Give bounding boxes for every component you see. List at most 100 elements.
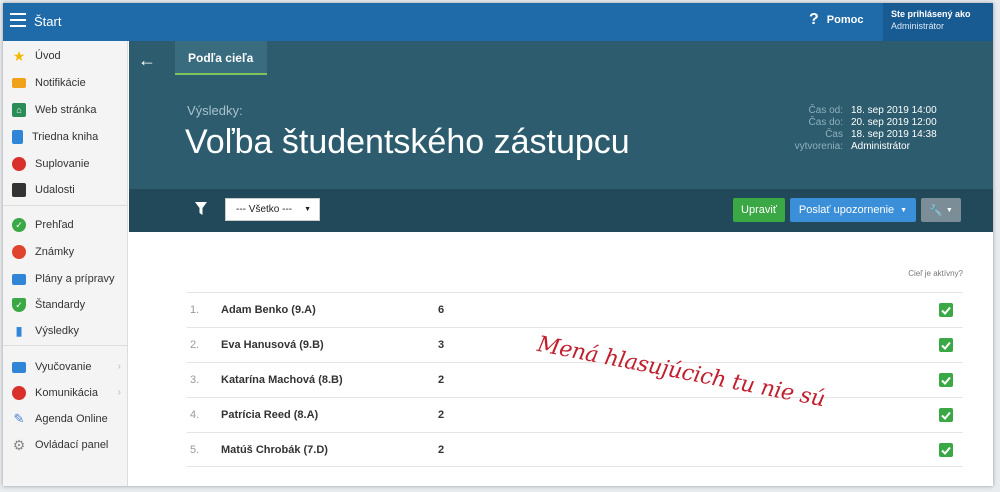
sidebar-item-label: Štandardy	[35, 299, 86, 311]
sidebar-item-triedna-kniha[interactable]: Triedna kniha	[3, 126, 128, 148]
sidebar-item-udalosti[interactable]: Udalosti	[3, 179, 128, 201]
gear-icon: ⚙	[12, 436, 26, 453]
sidebar-item-suplovanie[interactable]: Suplovanie	[3, 153, 128, 175]
send-notification-button[interactable]: Poslať upozornenie ▼	[790, 198, 916, 222]
meta-key: Čas	[825, 129, 843, 140]
top-bar: Štart ? Pomoc Ste prihlásený ako Adminis…	[3, 3, 993, 41]
meta-value: 20. sep 2019 12:00	[851, 117, 937, 128]
chat-icon	[12, 386, 26, 400]
sidebar-item-label: Úvod	[35, 50, 61, 62]
tools-button[interactable]: 🔧 ▼	[921, 198, 961, 222]
row-name: Adam Benko (9.A)	[221, 304, 316, 316]
sidebar-item-web-stranka[interactable]: ⌂ Web stránka	[3, 99, 128, 121]
row-votes: 2	[438, 374, 445, 386]
sidebar-divider	[3, 205, 128, 206]
poll-meta: Čas od: 18. sep 2019 14:00 Čas do: 20. s…	[779, 105, 989, 153]
back-arrow-icon[interactable]: ←	[138, 50, 156, 71]
sidebar-item-prehlad[interactable]: ✓ Prehľad	[3, 214, 128, 236]
sidebar-item-label: Vyučovanie	[35, 361, 92, 373]
app-window: Štart ? Pomoc Ste prihlásený ako Adminis…	[3, 3, 993, 486]
meta-row: vytvorenia: Administrátor	[779, 141, 989, 153]
question-icon: ?	[809, 11, 819, 28]
home-icon: ⌂	[12, 103, 26, 117]
caret-down-icon: ▼	[945, 206, 953, 214]
help-button[interactable]: ? Pomoc	[809, 11, 864, 28]
meta-row: Čas od: 18. sep 2019 14:00	[779, 105, 989, 117]
sidebar-item-label: Suplovanie	[35, 158, 90, 170]
table-row: 1. Adam Benko (9.A) 6	[187, 292, 963, 327]
row-name: Katarína Machová (8.B)	[221, 374, 343, 386]
app-title[interactable]: Štart	[34, 14, 61, 29]
sidebar-item-plany[interactable]: Plány a prípravy	[3, 268, 128, 290]
meta-value: 18. sep 2019 14:38	[851, 129, 937, 140]
sidebar-item-znamky[interactable]: Známky	[3, 241, 128, 263]
sidebar-item-notifikacie[interactable]: Notifikácie	[3, 72, 128, 94]
sidebar-divider	[3, 345, 128, 346]
page-header: ← Podľa cieľa Výsledky: Voľba študentské…	[129, 41, 993, 189]
sidebar-item-label: Web stránka	[35, 104, 97, 116]
sidebar-item-label: Notifikácie	[35, 77, 86, 89]
star-icon: ★	[12, 47, 26, 64]
table-row: 4. Patrícia Reed (8.A) 2	[187, 397, 963, 432]
row-votes: 6	[438, 304, 445, 316]
filter-select[interactable]: --- Všetko --- ▼	[225, 198, 320, 221]
person-icon	[12, 157, 26, 171]
checkbox-checked-icon[interactable]	[939, 408, 953, 422]
wrench-icon: 🔧	[929, 204, 943, 217]
toolbar: --- Všetko --- ▼ Upraviť Poslať upozorne…	[129, 189, 993, 232]
checkbox-checked-icon[interactable]	[939, 373, 953, 387]
sidebar-item-vyucovanie[interactable]: Vyučovanie ›	[3, 356, 128, 378]
results-table: 1. Adam Benko (9.A) 6 2. Eva Hanusová (9…	[187, 292, 963, 467]
sidebar-item-label: Agenda Online	[35, 413, 108, 425]
sidebar-item-label: Komunikácia	[35, 387, 98, 399]
help-label: Pomoc	[826, 14, 864, 26]
sidebar-item-uvod[interactable]: ★ Úvod	[3, 45, 128, 67]
user-name: Administrátor	[891, 21, 945, 31]
row-rank: 3.	[190, 374, 200, 386]
sidebar-item-komunikacia[interactable]: Komunikácia ›	[3, 382, 128, 404]
results-label: Výsledky:	[187, 103, 243, 118]
envelope-icon	[12, 78, 26, 88]
tab-podla-ciela[interactable]: Podľa cieľa	[175, 41, 267, 75]
meta-value: Administrátor	[851, 141, 910, 152]
sidebar-item-label: Výsledky	[35, 325, 80, 337]
user-status-label: Ste prihlásený ako	[891, 9, 971, 19]
bar-chart-icon: ▮	[15, 324, 23, 338]
checkbox-checked-icon[interactable]	[939, 443, 953, 457]
sidebar-item-label: Známky	[35, 246, 75, 258]
filter-select-value: --- Všetko ---	[236, 204, 293, 215]
calendar-icon	[12, 183, 26, 197]
sidebar-item-standardy[interactable]: ✓ Štandardy	[3, 294, 128, 316]
row-votes: 3	[438, 339, 445, 351]
grade-icon	[12, 245, 26, 259]
book-icon	[12, 130, 23, 144]
table-row: 3. Katarína Machová (8.B) 2	[187, 362, 963, 397]
chevron-right-icon: ›	[117, 387, 121, 398]
sidebar-item-agenda[interactable]: ✎ Agenda Online	[3, 408, 128, 430]
checkbox-checked-icon[interactable]	[939, 303, 953, 317]
chevron-right-icon: ›	[117, 361, 121, 372]
caret-down-icon: ▼	[900, 206, 908, 214]
active-column-header: Cieľ je aktívny?	[908, 269, 963, 278]
table-row: 5. Matúš Chrobák (7.D) 2	[187, 432, 963, 467]
sidebar-item-label: Ovládací panel	[35, 439, 109, 451]
sidebar-item-label: Plány a prípravy	[35, 273, 115, 285]
checkbox-checked-icon[interactable]	[939, 338, 953, 352]
row-name: Patrícia Reed (8.A)	[221, 409, 319, 421]
shield-icon: ✓	[12, 298, 26, 312]
sidebar-item-label: Prehľad	[35, 219, 74, 231]
meta-row: Čas 18. sep 2019 14:38	[779, 129, 989, 141]
meta-key: vytvorenia:	[794, 141, 843, 152]
page-title: Voľba študentského zástupcu	[185, 123, 630, 161]
user-menu[interactable]: Ste prihlásený ako Administrátor	[883, 3, 993, 41]
meta-row: Čas do: 20. sep 2019 12:00	[779, 117, 989, 129]
edit-button[interactable]: Upraviť	[733, 198, 785, 222]
send-notification-label: Poslať upozornenie	[798, 204, 895, 216]
row-rank: 4.	[190, 409, 200, 421]
briefcase-icon	[12, 273, 26, 285]
menu-icon[interactable]	[10, 13, 26, 27]
row-votes: 2	[438, 409, 445, 421]
sidebar-item-vysledky[interactable]: ▮ Výsledky	[3, 320, 128, 342]
sidebar-item-ovladaci-panel[interactable]: ⚙ Ovládací panel	[3, 434, 128, 456]
filter-icon[interactable]	[195, 202, 207, 215]
